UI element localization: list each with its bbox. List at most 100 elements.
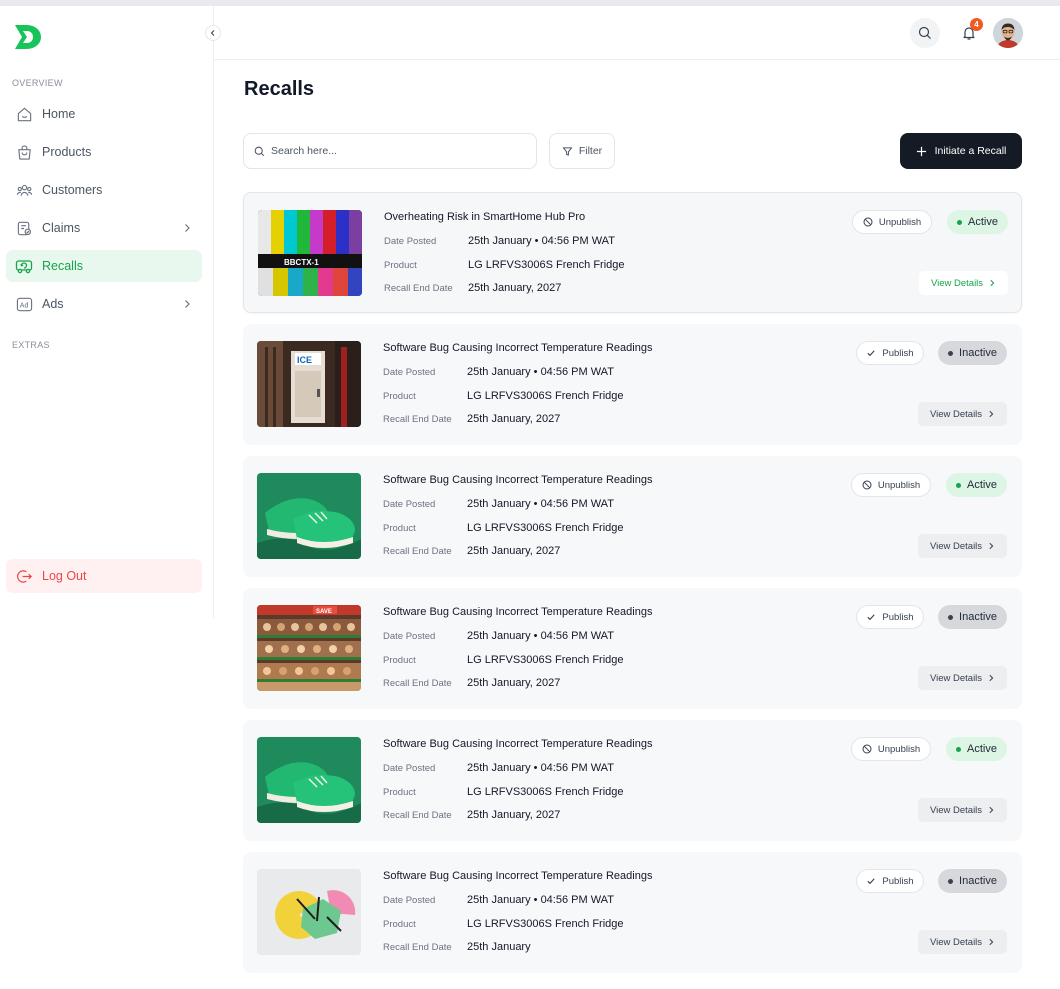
user-avatar[interactable] — [993, 18, 1023, 48]
status-label: Inactive — [959, 347, 997, 359]
view-details-button[interactable]: View Details — [918, 930, 1007, 954]
chevron-right-icon — [989, 542, 994, 550]
end-date-value: 25th January — [467, 941, 531, 953]
sidebar-item-label: Ads — [42, 297, 64, 311]
chevron-right-icon — [989, 674, 994, 682]
unpublish-button[interactable]: Unpublish — [851, 473, 931, 497]
sidebar-item-products[interactable]: Products — [6, 136, 202, 168]
date-posted-label: Date Posted — [383, 763, 436, 774]
recall-title: Overheating Risk in SmartHome Hub Pro — [384, 211, 586, 223]
recall-card: Software Bug Causing Incorrect Temperatu… — [243, 852, 1022, 973]
check-icon — [867, 878, 876, 885]
initiate-recall-label: Initiate a Recall — [934, 145, 1007, 157]
initiate-recall-button[interactable]: Initiate a Recall — [900, 133, 1022, 169]
home-icon — [14, 104, 34, 124]
sidebar-item-label: Home — [42, 107, 76, 121]
end-date-value: 25th January, 2027 — [467, 545, 561, 557]
page-title: Recalls — [244, 78, 315, 100]
unpublish-button[interactable]: Unpublish — [851, 737, 931, 761]
sidebar-item-label: Claims — [42, 221, 81, 235]
recall-title: Software Bug Causing Incorrect Temperatu… — [383, 738, 653, 750]
ice-freezer-image: ICE — [257, 341, 361, 427]
chevron-right-icon — [182, 222, 192, 236]
logout-icon — [14, 566, 34, 586]
users-icon — [14, 180, 34, 200]
view-details-button[interactable]: View Details — [918, 666, 1007, 690]
header-search-button[interactable] — [910, 18, 940, 48]
top-bar: 4 — [214, 6, 1060, 60]
collapse-sidebar-button[interactable] — [205, 25, 221, 41]
green-sneakers-image — [257, 473, 361, 559]
publish-button[interactable]: Publish — [856, 869, 924, 893]
recall-title: Software Bug Causing Incorrect Temperatu… — [383, 342, 653, 354]
sidebar-item-home[interactable]: Home — [6, 98, 202, 130]
status-dot — [956, 482, 962, 488]
chevron-right-icon — [989, 806, 994, 814]
sidebar-item-claims[interactable]: Claims — [6, 212, 202, 244]
brand-logo[interactable] — [12, 21, 44, 53]
status-label: Active — [967, 743, 997, 755]
view-details-button[interactable]: View Details — [919, 271, 1008, 295]
date-posted-label: Date Posted — [383, 895, 436, 906]
end-date-label: Recall End Date — [383, 414, 452, 425]
status-badge: Inactive — [938, 605, 1007, 629]
end-date-value: 25th January, 2027 — [467, 413, 561, 425]
view-details-button[interactable]: View Details — [918, 798, 1007, 822]
status-label: Active — [967, 479, 997, 491]
search-input[interactable] — [271, 145, 511, 157]
end-date-label: Recall End Date — [383, 810, 452, 821]
notification-badge: 4 — [970, 18, 983, 31]
check-icon — [867, 614, 876, 621]
recall-card: Software Bug Causing Incorrect Temperatu… — [243, 720, 1022, 841]
view-details-button[interactable]: View Details — [918, 402, 1007, 426]
publish-label: Publish — [882, 611, 914, 623]
unpublish-label: Unpublish — [878, 216, 922, 228]
ban-icon — [862, 744, 872, 754]
recall-card: BBCTX-1 Overheating Risk in SmartHome Hu… — [243, 192, 1022, 313]
date-posted-value: 25th January • 04:56 PM WAT — [467, 498, 614, 510]
status-badge: Inactive — [938, 869, 1007, 893]
sidebar-item-customers[interactable]: Customers — [6, 174, 202, 206]
filter-button[interactable]: Filter — [549, 133, 615, 169]
product-label: Product — [383, 787, 416, 798]
status-label: Active — [968, 216, 998, 228]
publish-label: Publish — [882, 875, 914, 887]
ban-icon — [863, 217, 873, 227]
chevron-right-icon — [182, 298, 192, 312]
unpublish-button[interactable]: Unpublish — [852, 210, 932, 234]
abstract-shapes-image — [257, 869, 361, 955]
claims-icon — [14, 218, 34, 238]
view-details-label: View Details — [929, 540, 983, 552]
grocery-shelves-image: SAVE — [257, 605, 361, 691]
chevron-right-icon — [989, 938, 994, 946]
product-value: LG LRFVS3006S French Fridge — [467, 786, 624, 798]
extras-section-label: EXTRAS — [12, 340, 50, 350]
view-details-label: View Details — [930, 277, 984, 289]
app-window: OVERVIEW Home Products Customers Claims — [0, 6, 1060, 989]
search-field[interactable] — [243, 133, 537, 169]
logout-button[interactable]: Log Out — [6, 559, 202, 593]
sidebar-item-ads[interactable]: Ad Ads — [6, 288, 202, 320]
unpublish-label: Unpublish — [877, 743, 921, 755]
product-label: Product — [383, 391, 416, 402]
plus-icon — [916, 146, 926, 156]
chevron-right-icon — [989, 410, 994, 418]
overview-section-label: OVERVIEW — [12, 78, 63, 88]
date-posted-label: Date Posted — [383, 631, 436, 642]
notifications-button[interactable]: 4 — [954, 18, 984, 48]
product-value: LG LRFVS3006S French Fridge — [467, 390, 624, 402]
sidebar-item-label: Products — [42, 145, 92, 159]
product-label: Product — [384, 260, 417, 271]
test-pattern-image: BBCTX-1 — [258, 210, 362, 296]
date-posted-label: Date Posted — [383, 367, 436, 378]
end-date-label: Recall End Date — [384, 283, 453, 294]
ad-icon: Ad — [14, 294, 34, 314]
view-details-button[interactable]: View Details — [918, 534, 1007, 558]
publish-button[interactable]: Publish — [856, 341, 924, 365]
recall-title: Software Bug Causing Incorrect Temperatu… — [383, 474, 653, 486]
sidebar-item-recalls[interactable]: Recalls — [6, 250, 202, 282]
publish-button[interactable]: Publish — [856, 605, 924, 629]
view-details-label: View Details — [929, 936, 983, 948]
end-date-value: 25th January, 2027 — [467, 677, 561, 689]
svg-text:Ad: Ad — [19, 301, 28, 309]
